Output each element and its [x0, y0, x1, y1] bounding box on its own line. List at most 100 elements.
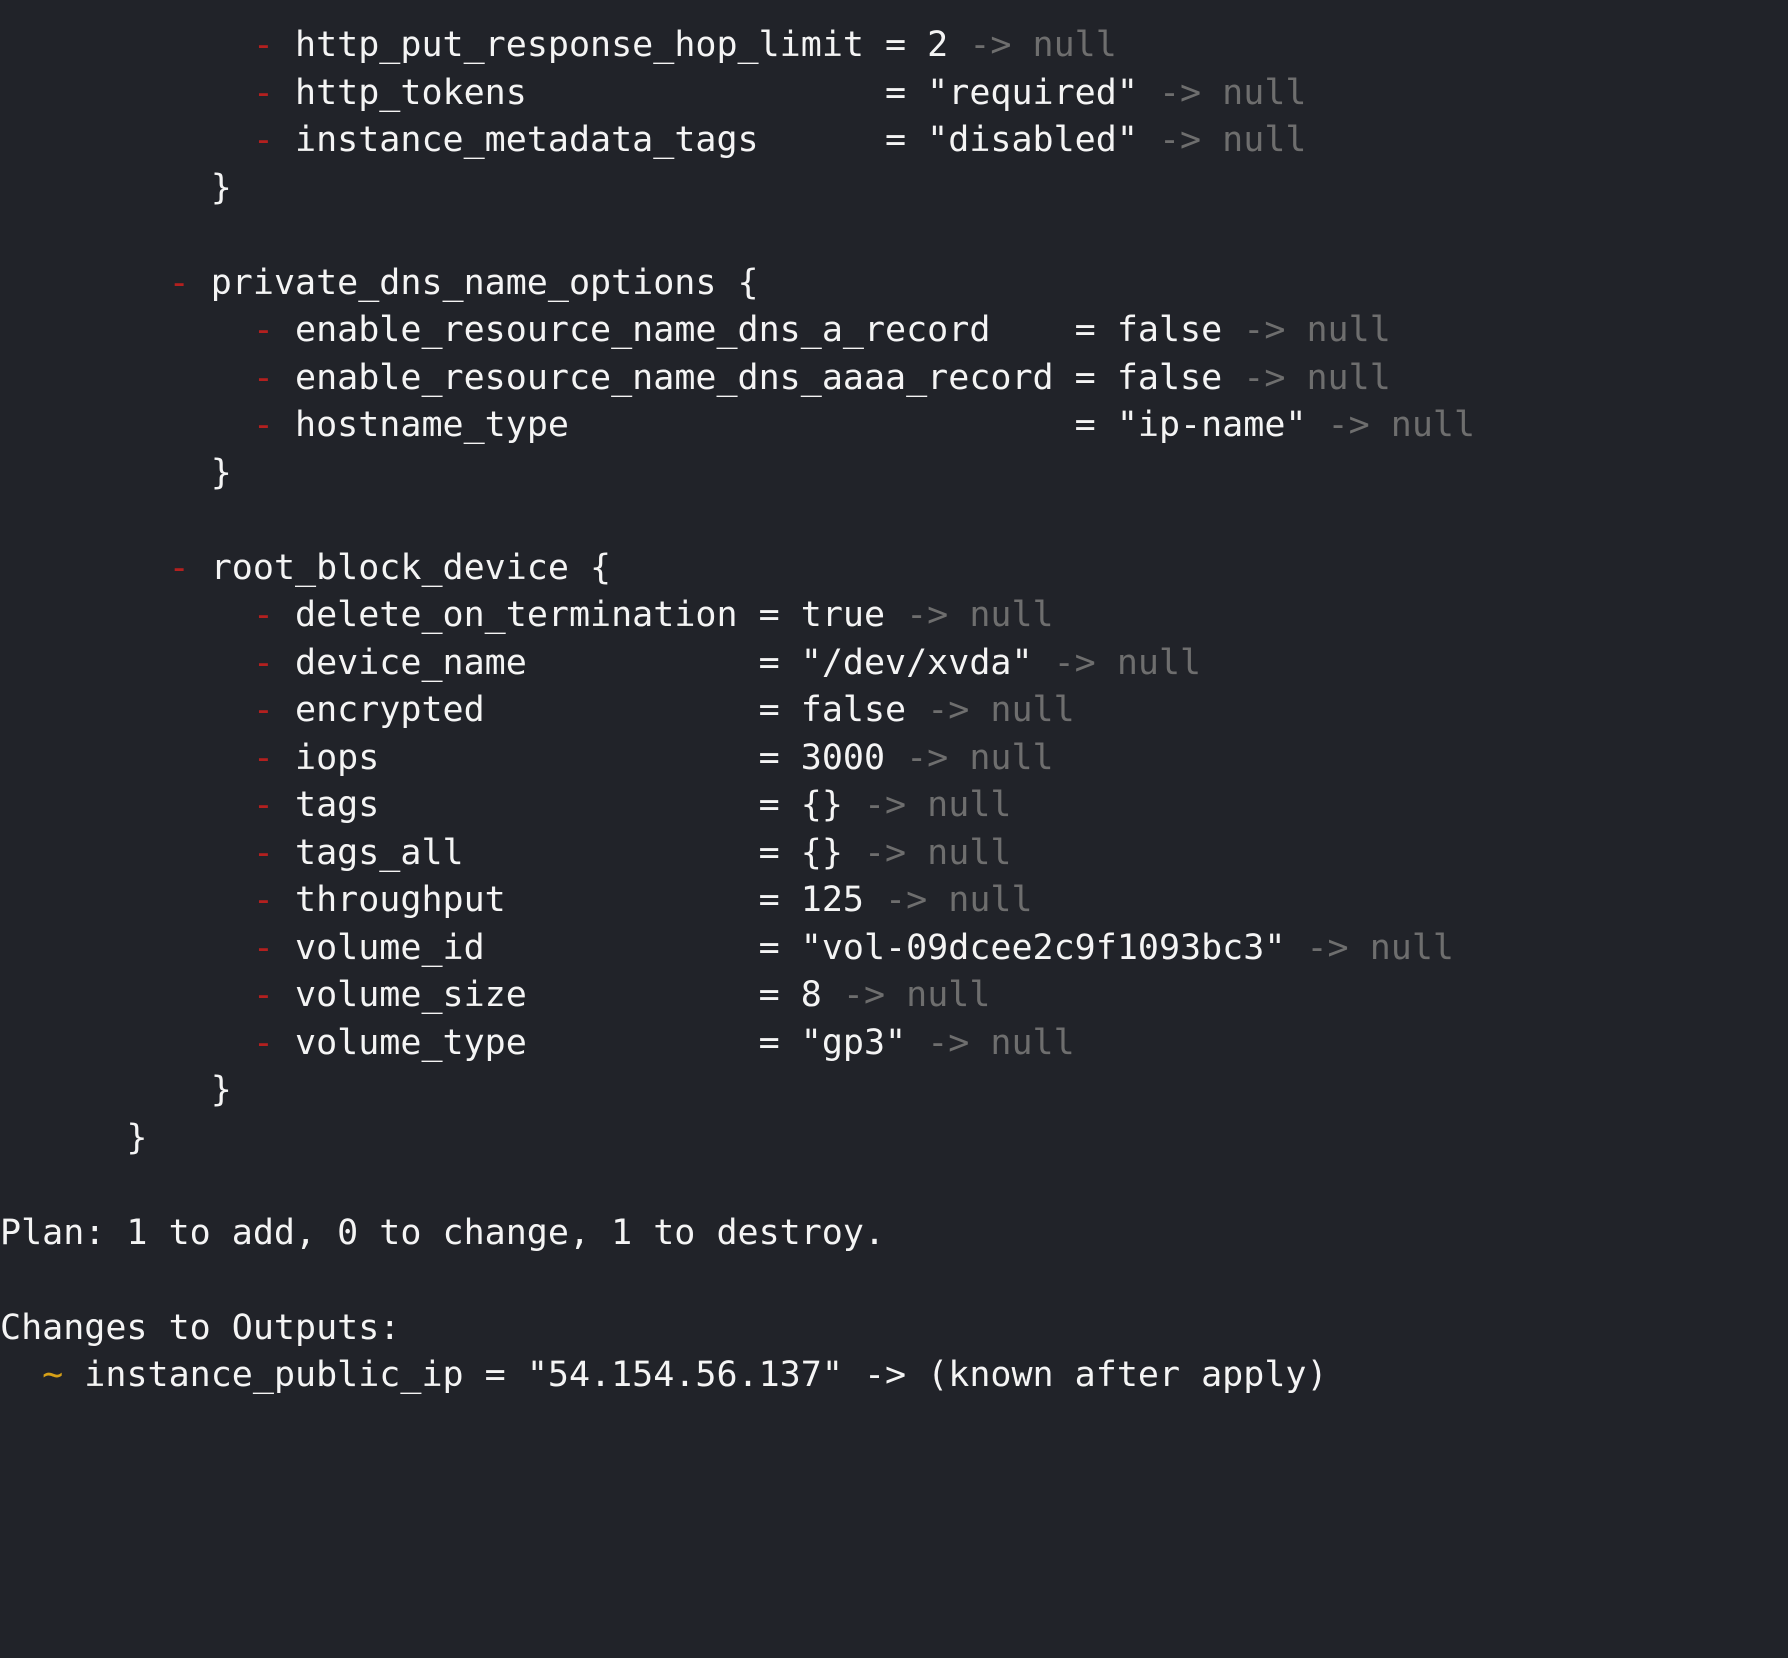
- line-segment: -> null: [927, 1022, 1075, 1063]
- terminal-line: }: [0, 165, 1788, 213]
- line-segment: [0, 405, 253, 445]
- line-segment: [0, 358, 253, 398]
- terminal-output[interactable]: - http_put_response_hop_limit = 2 -> nul…: [0, 0, 1788, 1658]
- line-segment: -> null: [1243, 310, 1391, 350]
- line-segment: }: [0, 452, 232, 493]
- line-segment: enable_resource_name_dns_aaaa_record = f…: [273, 357, 1244, 398]
- terminal-line: }: [0, 450, 1788, 498]
- line-segment: -> null: [863, 785, 1012, 825]
- line-segment: -: [168, 547, 190, 588]
- terminal-line: Changes to Outputs:: [0, 1305, 1788, 1353]
- line-segment: -> null: [842, 975, 991, 1015]
- line-segment: [0, 548, 169, 588]
- line-segment: -> null: [1243, 357, 1391, 398]
- line-segment: [0, 928, 253, 968]
- line-segment: [0, 738, 253, 778]
- terminal-line: - hostname_type = "ip-name" -> null: [0, 402, 1788, 450]
- line-segment: instance_metadata_tags = "disabled": [273, 120, 1159, 160]
- terminal-line: - http_put_response_hop_limit = 2 -> nul…: [0, 22, 1788, 70]
- terminal-line: - private_dns_name_options {: [0, 260, 1788, 308]
- line-segment: delete_on_termination = true: [273, 595, 907, 635]
- line-segment: -: [252, 975, 274, 1015]
- line-segment: -: [252, 737, 274, 778]
- line-segment: [0, 263, 169, 303]
- terminal-line: }: [0, 1115, 1788, 1163]
- line-segment: [0, 785, 253, 825]
- line-segment: -> null: [906, 595, 1054, 635]
- line-segment: }: [0, 167, 232, 208]
- line-segment: [0, 73, 253, 113]
- terminal-line: - volume_id = "vol-09dcee2c9f1093bc3" ->…: [0, 925, 1788, 973]
- terminal-line: - iops = 3000 -> null: [0, 735, 1788, 783]
- line-segment: tags_all = {}: [273, 832, 864, 873]
- terminal-line: - throughput = 125 -> null: [0, 877, 1788, 925]
- line-segment: [0, 690, 253, 730]
- terminal-line: - tags = {} -> null: [0, 782, 1788, 830]
- line-segment: encrypted = false: [273, 690, 928, 730]
- terminal-line: - volume_size = 8 -> null: [0, 972, 1788, 1020]
- line-segment: -> null: [885, 880, 1033, 920]
- line-segment: -> null: [969, 25, 1117, 65]
- line-segment: -> null: [1327, 405, 1476, 445]
- line-segment: -: [252, 310, 274, 350]
- line-segment: volume_size = 8: [273, 975, 843, 1015]
- line-segment: [0, 120, 253, 160]
- terminal-line: ~ instance_public_ip = "54.154.56.137" -…: [0, 1352, 1788, 1400]
- line-segment: Plan: 1 to add, 0 to change, 1 to destro…: [0, 1212, 886, 1253]
- line-segment: -> null: [1306, 927, 1454, 968]
- line-segment: tags = {}: [273, 785, 864, 825]
- line-segment: -> null: [1158, 72, 1307, 113]
- line-segment: -: [252, 690, 274, 730]
- line-segment: [0, 25, 253, 65]
- line-segment: -> null: [906, 737, 1054, 778]
- line-segment: -> null: [1158, 120, 1307, 160]
- line-segment: -: [252, 120, 274, 160]
- line-segment: http_tokens = "required": [273, 72, 1159, 113]
- terminal-lines: - http_put_response_hop_limit = 2 -> nul…: [0, 22, 1788, 1400]
- line-segment: -: [252, 832, 274, 873]
- line-segment: -: [252, 785, 274, 825]
- line-segment: -> null: [863, 832, 1012, 873]
- line-segment: -> null: [1053, 642, 1202, 683]
- terminal-line: - enable_resource_name_dns_a_record = fa…: [0, 307, 1788, 355]
- line-segment: -: [252, 880, 274, 920]
- terminal-line: }: [0, 1067, 1788, 1115]
- line-segment: [0, 1355, 42, 1395]
- line-segment: [0, 975, 253, 1015]
- line-segment: root_block_device {: [189, 547, 612, 588]
- terminal-line: - delete_on_termination = true -> null: [0, 592, 1788, 640]
- line-segment: ~: [42, 1355, 64, 1395]
- terminal-line: - device_name = "/dev/xvda" -> null: [0, 640, 1788, 688]
- line-segment: [0, 833, 253, 873]
- line-segment: [0, 595, 253, 635]
- line-segment: -: [252, 357, 274, 398]
- line-segment: private_dns_name_options {: [189, 262, 759, 303]
- line-segment: }: [0, 1070, 232, 1110]
- terminal-line: - encrypted = false -> null: [0, 687, 1788, 735]
- line-segment: -: [252, 927, 274, 968]
- line-segment: }: [0, 1117, 148, 1158]
- line-segment: [0, 310, 253, 350]
- line-segment: -: [168, 262, 190, 303]
- line-segment: -: [252, 1022, 274, 1063]
- line-segment: [0, 880, 253, 920]
- terminal-line: Plan: 1 to add, 0 to change, 1 to destro…: [0, 1210, 1788, 1258]
- terminal-line: - http_tokens = "required" -> null: [0, 70, 1788, 118]
- line-segment: -: [252, 405, 274, 445]
- terminal-line: - instance_metadata_tags = "disabled" ->…: [0, 117, 1788, 165]
- line-segment: enable_resource_name_dns_a_record = fals…: [273, 310, 1244, 350]
- terminal-line: - enable_resource_name_dns_aaaa_record =…: [0, 355, 1788, 403]
- line-segment: throughput = 125: [273, 880, 886, 920]
- line-segment: -> null: [927, 690, 1075, 730]
- line-segment: http_put_response_hop_limit = 2: [273, 25, 970, 65]
- line-segment: iops = 3000: [273, 737, 907, 778]
- line-segment: device_name = "/dev/xvda": [273, 642, 1054, 683]
- line-segment: volume_type = "gp3": [273, 1022, 928, 1063]
- line-segment: -: [252, 72, 274, 113]
- line-segment: -: [252, 642, 274, 683]
- terminal-line: - root_block_device {: [0, 545, 1788, 593]
- terminal-line: - tags_all = {} -> null: [0, 830, 1788, 878]
